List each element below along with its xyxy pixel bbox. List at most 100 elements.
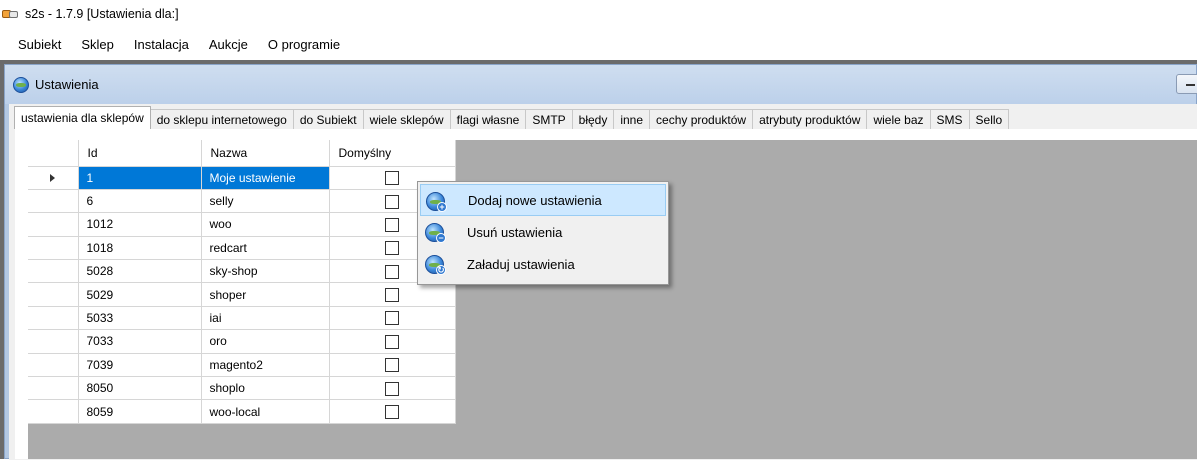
table-row[interactable]: 6 selly [28, 189, 456, 214]
cell-nazwa[interactable]: woo [201, 212, 330, 237]
cell-id[interactable]: 1012 [78, 212, 202, 237]
table-row[interactable]: 1 Moje ustawienie [28, 166, 456, 190]
cell-id[interactable]: 5033 [78, 306, 202, 331]
row-header[interactable] [28, 236, 79, 261]
globe-icon [13, 76, 29, 93]
tab-8[interactable]: cechy produktów [649, 109, 754, 129]
settings-window-titlebar[interactable]: Ustawienia [5, 65, 1197, 104]
context-item-label: Usuń ustawienia [467, 224, 563, 240]
context-item-remove[interactable]: − Usuń ustawienia [420, 216, 666, 248]
row-header[interactable] [28, 259, 79, 284]
tab-12[interactable]: Sello [968, 109, 1010, 129]
globe-remove-icon: − [425, 223, 446, 243]
tab-0[interactable]: ustawienia dla sklepów [14, 106, 151, 129]
default-checkbox[interactable] [385, 288, 399, 303]
default-checkbox[interactable] [385, 405, 399, 420]
cell-id[interactable]: 8050 [78, 376, 202, 401]
table-row[interactable]: 1018 redcart [28, 236, 456, 261]
tab-7[interactable]: inne [613, 109, 651, 129]
row-header[interactable] [28, 212, 79, 237]
cell-domyslny [329, 353, 456, 378]
tab-10[interactable]: wiele baz [866, 109, 931, 129]
menu-o-programie[interactable]: O programie [258, 37, 350, 52]
cell-nazwa[interactable]: sky-shop [201, 259, 330, 284]
column-header-nazwa[interactable]: Nazwa [201, 140, 330, 167]
grid-corner-header [28, 140, 79, 167]
default-checkbox[interactable] [385, 217, 399, 232]
row-header[interactable] [28, 166, 79, 190]
context-item-load[interactable]: ↻ Załaduj ustawienia [420, 248, 666, 280]
tab-4[interactable]: flagi własne [449, 109, 527, 129]
cell-domyslny [329, 329, 456, 354]
table-row[interactable]: 8050 shoplo [28, 376, 456, 401]
menu-subiekt[interactable]: Subiekt [8, 37, 71, 52]
menubar: Subiekt Sklep Instalacja Aukcje O progra… [0, 31, 1197, 58]
cell-nazwa[interactable]: Moje ustawienie [201, 166, 330, 190]
table-row[interactable]: 8059 woo-local [28, 399, 456, 424]
current-row-arrow-icon [50, 173, 56, 182]
tab-6[interactable]: błędy [571, 109, 615, 129]
minimize-button[interactable] [1176, 74, 1197, 94]
cell-id[interactable]: 1 [78, 166, 202, 190]
cell-nazwa[interactable]: shoplo [201, 376, 330, 401]
context-item-add[interactable]: + Dodaj nowe ustawienia [420, 184, 666, 216]
default-checkbox[interactable] [385, 241, 399, 256]
cell-domyslny [329, 376, 456, 401]
cell-id[interactable]: 6 [78, 189, 202, 214]
window-titlebar: s2s - 1.7.9 [Ustawienia dla:] [0, 0, 1197, 28]
tab-1[interactable]: do sklepu internetowego [149, 109, 294, 129]
cell-nazwa[interactable]: redcart [201, 236, 330, 261]
cell-nazwa[interactable]: woo-local [201, 399, 330, 424]
tab-3[interactable]: wiele sklepów [362, 109, 451, 129]
tab-11[interactable]: SMS [929, 109, 970, 129]
column-header-domyslny[interactable]: Domyślny [329, 140, 456, 167]
cell-nazwa[interactable]: shoper [201, 282, 330, 307]
row-header[interactable] [28, 329, 79, 354]
context-item-label: Załaduj ustawienia [467, 256, 575, 272]
default-checkbox[interactable] [385, 381, 399, 396]
row-header[interactable] [28, 376, 79, 401]
row-header[interactable] [28, 282, 79, 307]
table-row[interactable]: 5028 sky-shop [28, 259, 456, 284]
row-header[interactable] [28, 353, 79, 378]
table-row[interactable]: 7039 magento2 [28, 353, 456, 378]
menu-instalacja[interactable]: Instalacja [124, 37, 199, 52]
cell-id[interactable]: 5028 [78, 259, 202, 284]
cell-id[interactable]: 5029 [78, 282, 202, 307]
cell-id[interactable]: 7039 [78, 353, 202, 378]
table-row[interactable]: 5029 shoper [28, 282, 456, 307]
default-checkbox[interactable] [385, 264, 399, 279]
tab-2[interactable]: do Subiekt [292, 109, 364, 129]
tab-strip: ustawienia dla sklepów do sklepu internet… [14, 106, 1010, 129]
cell-nazwa[interactable]: magento2 [201, 353, 330, 378]
globe-load-icon: ↻ [425, 255, 446, 275]
table-row[interactable]: 7033 oro [28, 329, 456, 354]
tab-9[interactable]: atrybuty produktów [752, 109, 868, 129]
settings-grid: Id Nazwa Domyślny 1 Moje ustawienie 6 selly… [28, 140, 456, 459]
app-logo-icon [2, 8, 18, 20]
menu-sklep[interactable]: Sklep [71, 37, 124, 52]
default-checkbox[interactable] [385, 358, 399, 373]
default-checkbox[interactable] [385, 311, 399, 326]
grid-header-row: Id Nazwa Domyślny [28, 140, 456, 167]
cell-nazwa[interactable]: iai [201, 306, 330, 331]
cell-id[interactable]: 8059 [78, 399, 202, 424]
table-row[interactable]: 5033 iai [28, 306, 456, 331]
cell-nazwa[interactable]: oro [201, 329, 330, 354]
cell-domyslny [329, 282, 456, 307]
cell-id[interactable]: 1018 [78, 236, 202, 261]
table-row[interactable]: 1012 woo [28, 212, 456, 237]
window-title: s2s - 1.7.9 [Ustawienia dla:] [25, 7, 179, 21]
row-header[interactable] [28, 306, 79, 331]
cell-nazwa[interactable]: selly [201, 189, 330, 214]
default-checkbox[interactable] [385, 194, 399, 209]
default-checkbox[interactable] [385, 334, 399, 349]
column-header-id[interactable]: Id [78, 140, 202, 167]
menu-aukcje[interactable]: Aukcje [199, 37, 258, 52]
default-checkbox[interactable] [385, 171, 399, 186]
row-header[interactable] [28, 399, 79, 424]
row-header[interactable] [28, 189, 79, 214]
tab-5[interactable]: SMTP [525, 109, 573, 129]
globe-add-icon: + [426, 192, 447, 212]
cell-id[interactable]: 7033 [78, 329, 202, 354]
